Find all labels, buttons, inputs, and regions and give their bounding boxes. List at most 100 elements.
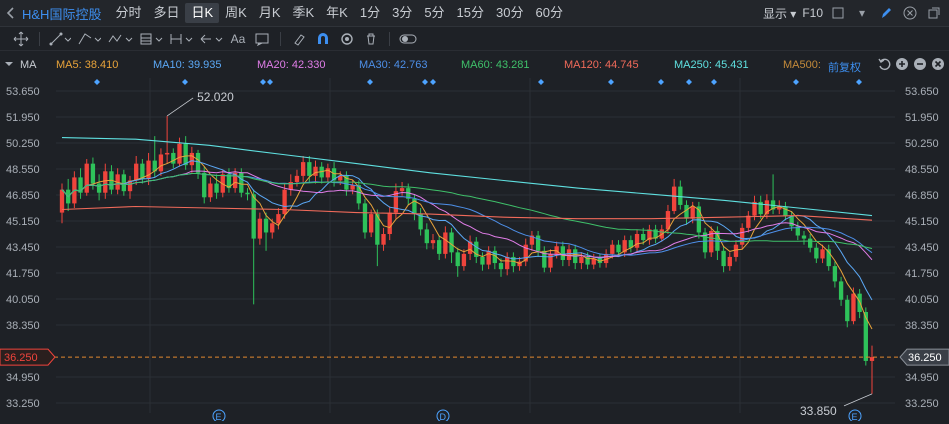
candle-down bbox=[808, 238, 813, 248]
period-tab[interactable]: 1分 bbox=[354, 3, 386, 23]
candle-up bbox=[208, 183, 213, 198]
low-annotation-line bbox=[843, 393, 873, 407]
candle-down bbox=[307, 162, 312, 176]
y-tick-label-right: 34.950 bbox=[905, 372, 939, 384]
y-tick-label-right: 38.350 bbox=[905, 320, 939, 332]
period-tab[interactable]: 分时 bbox=[109, 3, 147, 23]
candle-down bbox=[832, 266, 838, 282]
y-tick-label-right: 40.050 bbox=[905, 294, 939, 306]
candle-up bbox=[282, 189, 287, 215]
candle-down bbox=[96, 183, 102, 193]
period-tab[interactable]: 15分 bbox=[451, 3, 490, 23]
y-tick-label-right: 53.650 bbox=[905, 86, 939, 98]
candle-up bbox=[443, 232, 448, 254]
candle-up bbox=[164, 152, 170, 155]
fibonacci-tool-icon[interactable] bbox=[139, 29, 163, 49]
wave-tool-icon[interactable] bbox=[107, 29, 133, 49]
trash-icon[interactable] bbox=[362, 29, 380, 49]
event-marker-dot bbox=[430, 79, 436, 85]
candle-up bbox=[103, 171, 108, 193]
ma-legend-bar: MA MA5: 38.410 MA10: 39.935 MA20: 42.330… bbox=[0, 52, 949, 78]
candle-up bbox=[177, 143, 182, 164]
candle-up bbox=[610, 244, 615, 254]
period-tab[interactable]: 月K bbox=[253, 3, 287, 23]
candle-down bbox=[195, 152, 201, 173]
last-price-label-left: 36.250 bbox=[4, 352, 38, 364]
checkbox-icon[interactable] bbox=[829, 4, 847, 22]
period-tab-active[interactable]: 日K bbox=[185, 3, 220, 23]
event-marker-dot bbox=[267, 79, 273, 85]
period-tab[interactable]: 年K bbox=[320, 3, 354, 23]
period-tab[interactable]: 季K bbox=[287, 3, 321, 23]
adjust-mode[interactable]: 前复权 bbox=[828, 59, 861, 75]
toggle-icon[interactable] bbox=[399, 29, 419, 49]
close-indicator-icon[interactable] bbox=[931, 57, 945, 74]
event-marker-label: E bbox=[852, 412, 858, 421]
display-label: 显示 bbox=[762, 6, 787, 21]
display-dropdown[interactable]: 显示 ▾ bbox=[763, 5, 796, 22]
candle-down bbox=[245, 192, 250, 195]
ma250-value: MA250: 45.431 bbox=[674, 59, 749, 71]
candle-up bbox=[84, 163, 89, 193]
period-tab[interactable]: 周K bbox=[219, 3, 253, 23]
candle-down bbox=[480, 256, 485, 265]
back-icon[interactable] bbox=[0, 0, 22, 26]
period-tab[interactable]: 3分 bbox=[386, 3, 418, 23]
y-tick-label-right: 51.950 bbox=[905, 112, 939, 124]
period-tab[interactable]: 60分 bbox=[529, 3, 568, 23]
candle-up bbox=[869, 357, 875, 361]
channel-tool-icon[interactable] bbox=[77, 29, 101, 49]
period-tab[interactable]: 30分 bbox=[490, 3, 529, 23]
candle-down bbox=[183, 143, 188, 166]
candle-down bbox=[362, 203, 368, 233]
f10-button[interactable]: F10 bbox=[802, 6, 823, 20]
measure-tool-icon[interactable] bbox=[169, 29, 193, 49]
y-tick-label-left: 34.950 bbox=[6, 372, 40, 384]
event-marker-label: D bbox=[440, 412, 447, 421]
line-tool-icon[interactable] bbox=[49, 29, 71, 49]
candle-up bbox=[270, 223, 275, 233]
candle-down bbox=[202, 172, 207, 198]
top-bar: H&H国际控股 分时 多日 日K 周K 月K 季K 年K 1分 3分 5分 15… bbox=[0, 0, 949, 27]
chevron-down-icon[interactable]: ▾ bbox=[853, 4, 871, 22]
candle-up bbox=[733, 244, 739, 257]
stock-title[interactable]: H&H国际控股 bbox=[22, 4, 101, 23]
y-tick-label-right: 46.850 bbox=[905, 190, 939, 202]
y-tick-label-right: 33.250 bbox=[905, 398, 939, 410]
top-right-tools: 显示 ▾ F10 ▾ bbox=[763, 0, 949, 26]
candle-up bbox=[851, 293, 856, 322]
candle-up bbox=[134, 163, 139, 181]
magnet-icon[interactable] bbox=[314, 29, 332, 49]
candle-up bbox=[158, 154, 164, 172]
note-icon[interactable] bbox=[253, 29, 271, 49]
arrow-tool-icon[interactable] bbox=[199, 29, 223, 49]
move-crosshair-icon[interactable] bbox=[12, 29, 30, 49]
candle-up bbox=[579, 256, 584, 264]
text-tool[interactable]: Aa bbox=[229, 29, 247, 49]
eraser-icon[interactable] bbox=[290, 29, 308, 49]
kline-chart-svg[interactable]: 53.650 53.650 51.950 51.950 50.250 50.250 48.5… bbox=[0, 78, 949, 423]
restore-window-icon[interactable] bbox=[925, 4, 943, 22]
y-tick-label-right: 43.450 bbox=[905, 242, 939, 254]
event-marker-dot bbox=[856, 79, 862, 85]
candle-down bbox=[437, 240, 442, 254]
candle-down bbox=[214, 183, 219, 193]
ma-collapse-icon[interactable] bbox=[4, 59, 14, 72]
divider bbox=[389, 31, 390, 46]
add-indicator-icon[interactable] bbox=[895, 57, 909, 74]
candle-down bbox=[801, 235, 807, 239]
ma10-value: MA10: 39.935 bbox=[153, 59, 222, 71]
close-icon[interactable] bbox=[901, 4, 919, 22]
period-tab[interactable]: 5分 bbox=[418, 3, 450, 23]
remove-indicator-icon[interactable] bbox=[913, 57, 927, 74]
eye-icon[interactable] bbox=[338, 29, 356, 49]
kline-chart[interactable]: 53.650 53.650 51.950 51.950 50.250 50.250 48.5… bbox=[0, 78, 949, 423]
pen-icon[interactable] bbox=[877, 4, 895, 22]
candle-down bbox=[498, 263, 504, 270]
ma20-value: MA20: 42.330 bbox=[257, 59, 326, 71]
undo-icon[interactable] bbox=[877, 57, 891, 74]
candle-down bbox=[678, 186, 683, 205]
divider bbox=[39, 31, 40, 46]
period-tab[interactable]: 多日 bbox=[147, 3, 185, 23]
candle-up bbox=[548, 253, 553, 268]
